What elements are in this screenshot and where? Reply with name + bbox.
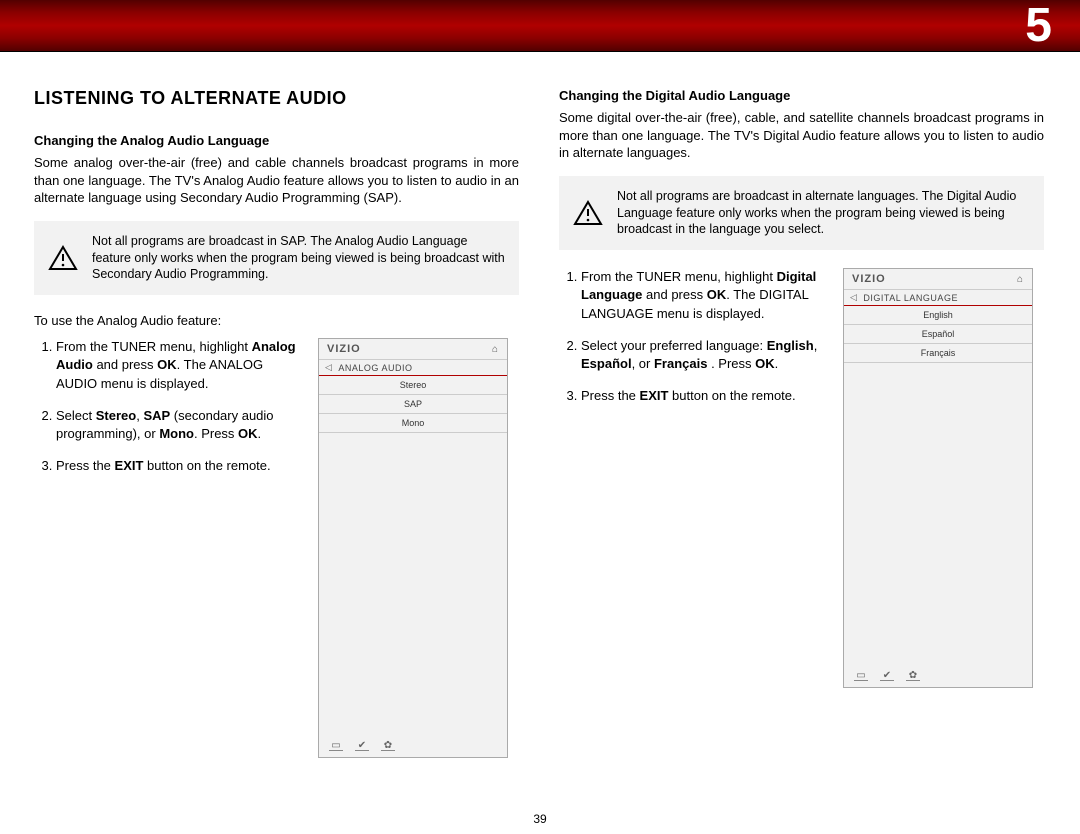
vizio-footer: ▭ ✔ ✿ [844,665,1032,687]
note-text-analog: Not all programs are broadcast in SAP. T… [92,233,505,284]
warning-icon [573,200,603,226]
vizio-panel-analog: VIZIO ⌂ ◁ ANALOG AUDIO Stereo SAP Mono ▭… [318,338,508,758]
note-text-digital: Not all programs are broadcast in altern… [617,188,1030,239]
subhead-digital: Changing the Digital Audio Language [559,88,1044,103]
back-icon: ◁ [325,362,332,373]
vizio-item: Stereo [319,376,507,395]
v-icon: ✔ [880,671,894,681]
wide-icon: ▭ [854,671,868,681]
vizio-menu-title: DIGITAL LANGUAGE [863,293,958,303]
note-digital: Not all programs are broadcast in altern… [559,176,1044,251]
step-2: Select Stereo, SAP (secondary audio prog… [56,407,304,443]
main-title: LISTENING TO ALTERNATE AUDIO [34,88,519,109]
v-icon: ✔ [355,741,369,751]
chapter-header-bar: 5 [0,0,1080,52]
vizio-menu-title-row: ◁ ANALOG AUDIO [319,360,507,376]
steps-digital: From the TUNER menu, highlight Digital L… [559,268,829,419]
right-column: Changing the Digital Audio Language Some… [559,88,1044,802]
vizio-item: Français [844,344,1032,363]
step-2: Select your preferred language: English,… [581,337,829,373]
left-column: LISTENING TO ALTERNATE AUDIO Changing th… [34,88,519,802]
warning-icon [48,245,78,271]
step-3: Press the EXIT button on the remote. [581,387,829,405]
step-1: From the TUNER menu, highlight Analog Au… [56,338,304,393]
step-3: Press the EXIT button on the remote. [56,457,304,475]
chapter-number: 5 [1025,0,1052,53]
vizio-items: English Español Français [844,306,1032,363]
vizio-header: VIZIO ⌂ [844,269,1032,290]
home-icon: ⌂ [492,344,499,355]
vizio-item: Mono [319,414,507,433]
page-number: 39 [0,812,1080,826]
home-icon: ⌂ [1017,274,1024,285]
vizio-menu-title-row: ◁ DIGITAL LANGUAGE [844,290,1032,306]
vizio-header: VIZIO ⌂ [319,339,507,360]
gear-icon: ✿ [906,671,920,681]
vizio-item: Español [844,325,1032,344]
body-digital: Some digital over-the-air (free), cable,… [559,109,1044,162]
vizio-brand: VIZIO [852,273,886,285]
page-body: LISTENING TO ALTERNATE AUDIO Changing th… [0,52,1080,812]
body-analog: Some analog over-the-air (free) and cabl… [34,154,519,207]
note-analog: Not all programs are broadcast in SAP. T… [34,221,519,296]
vizio-brand: VIZIO [327,343,361,355]
vizio-items: Stereo SAP Mono [319,376,507,433]
gear-icon: ✿ [381,741,395,751]
vizio-menu-title: ANALOG AUDIO [338,363,412,373]
vizio-panel-digital: VIZIO ⌂ ◁ DIGITAL LANGUAGE English Españ… [843,268,1033,688]
lead-analog: To use the Analog Audio feature: [34,313,519,328]
steps-analog-wrap: From the TUNER menu, highlight Analog Au… [34,338,519,758]
steps-digital-wrap: From the TUNER menu, highlight Digital L… [559,268,1044,688]
vizio-footer: ▭ ✔ ✿ [319,735,507,757]
vizio-item: SAP [319,395,507,414]
steps-analog: From the TUNER menu, highlight Analog Au… [34,338,304,489]
vizio-item: English [844,306,1032,325]
subhead-analog: Changing the Analog Audio Language [34,133,519,148]
step-1: From the TUNER menu, highlight Digital L… [581,268,829,323]
wide-icon: ▭ [329,741,343,751]
back-icon: ◁ [850,292,857,303]
